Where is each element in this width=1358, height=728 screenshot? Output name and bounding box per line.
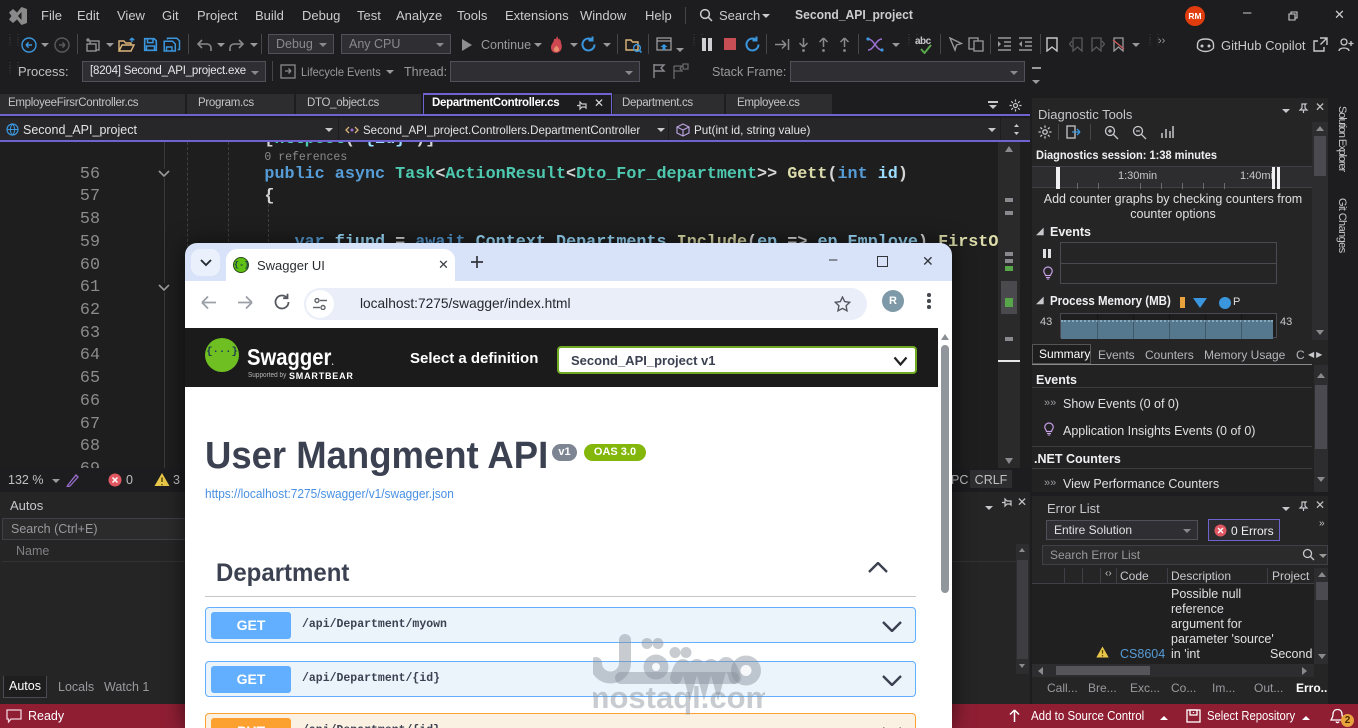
svg-text:mostaql.com: mostaql.com	[593, 680, 765, 715]
